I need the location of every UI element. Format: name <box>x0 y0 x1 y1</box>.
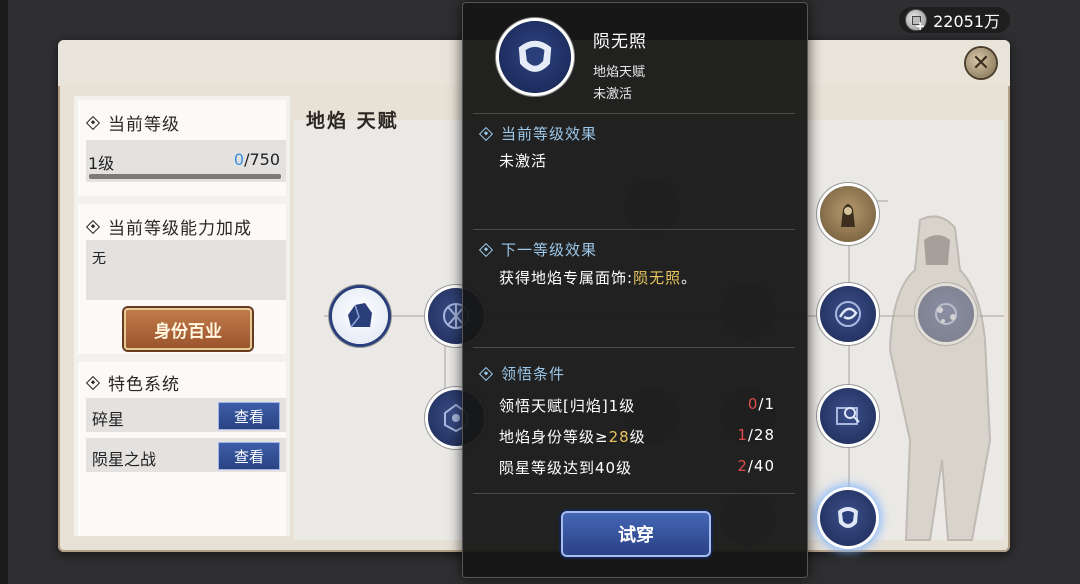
condition-row: 领悟天赋[归焰]1级 0/1 <box>499 395 793 416</box>
tree-line <box>848 200 850 540</box>
condition-label: 领悟天赋[归焰]1级 <box>499 397 636 415</box>
divider <box>473 493 795 494</box>
next-effect-title-text: 下一等级效果 <box>501 241 598 259</box>
next-effect-prefix: 获得地焰专属面饰: <box>499 269 634 287</box>
condition-label: 陨星等级达到40级 <box>499 459 633 477</box>
condition-max: /28 <box>747 426 775 444</box>
conditions-title: 领悟条件 <box>478 363 566 384</box>
condition-progress: 0/1 <box>748 395 775 413</box>
next-effect-highlight: 陨无照 <box>633 269 682 287</box>
current-level: 1级 <box>88 154 115 173</box>
level-progress-bar <box>89 174 281 179</box>
condition-label-suffix: 级 <box>629 428 646 446</box>
talent-status: 未激活 <box>593 87 633 102</box>
condition-row: 地焰身份等级≥28级 1/28 <box>499 426 793 447</box>
identity-baiye-button[interactable]: 身份百业 <box>124 308 252 350</box>
condition-progress: 2/40 <box>737 457 775 475</box>
divider <box>473 347 795 348</box>
divider <box>473 113 795 114</box>
condition-current: 1 <box>737 426 748 444</box>
systems-card: 特色系统 碎星 查看 陨星之战 查看 <box>78 362 286 536</box>
talent-name: 陨无照 <box>593 32 647 52</box>
level-card: 当前等级 1级 0/750 <box>78 100 286 196</box>
bonus-card-title-text: 当前等级能力加成 <box>108 219 252 239</box>
level-card-title-text: 当前等级 <box>108 115 180 135</box>
talent-icon-large <box>499 21 571 93</box>
level-box: 1级 0/750 <box>86 140 286 182</box>
level-card-title: 当前等级 <box>85 110 180 135</box>
systems-title-text: 特色系统 <box>108 375 180 395</box>
talent-detail-popup: 陨无照 地焰天赋 未激活 当前等级效果 未激活 下一等级效果 获得地焰专属面饰:… <box>462 2 808 578</box>
bonus-value: 无 <box>92 251 106 267</box>
diamond-bullet-icon <box>85 219 101 234</box>
left-edge <box>0 0 8 584</box>
condition-current: 2 <box>737 457 748 475</box>
talent-type: 地焰天赋 <box>593 65 646 80</box>
diamond-bullet-icon <box>478 242 494 257</box>
bonus-card: 当前等级能力加成 无 身份百业 <box>78 204 286 354</box>
mask-icon <box>518 40 552 72</box>
current-effect-title: 当前等级效果 <box>478 123 598 144</box>
condition-row: 陨星等级达到40级 2/40 <box>499 457 793 478</box>
level-progress: 0/750 <box>234 150 280 169</box>
current-effect-text: 未激活 <box>499 152 548 170</box>
add-currency-icon[interactable]: + <box>915 19 925 33</box>
talent-node-rock[interactable] <box>332 288 388 344</box>
divider <box>473 229 795 230</box>
level-progress-max: /750 <box>244 150 280 169</box>
system-label: 陨星之战 <box>92 450 157 469</box>
bonus-card-title: 当前等级能力加成 <box>85 214 252 239</box>
bonus-box: 无 <box>86 240 286 300</box>
condition-highlight: 28 <box>608 428 630 446</box>
systems-title: 特色系统 <box>85 370 180 395</box>
diamond-bullet-icon <box>478 366 494 381</box>
view-yunxing-button[interactable]: 查看 <box>218 442 280 470</box>
view-suixing-button[interactable]: 查看 <box>218 402 280 430</box>
condition-current: 0 <box>747 395 759 413</box>
sidebar: 当前等级 1级 0/750 当前等级能力加成 无 身份百业 特色系统 碎星 查看… <box>74 96 290 536</box>
close-icon: ✕ <box>971 50 991 76</box>
diamond-bullet-icon <box>478 126 494 141</box>
condition-max: /40 <box>747 457 775 475</box>
page-title: 地焰 天赋 <box>306 110 399 132</box>
diamond-bullet-icon <box>85 115 101 130</box>
next-effect-title: 下一等级效果 <box>478 239 598 260</box>
diamond-bullet-icon <box>85 375 101 390</box>
condition-label: 地焰身份等级≥ <box>499 428 609 446</box>
currency-amount: 22051万 <box>933 12 1000 31</box>
character-figure-illustration <box>888 215 992 541</box>
system-label: 碎星 <box>92 410 125 429</box>
conditions-title-text: 领悟条件 <box>501 365 566 383</box>
currency-display[interactable]: + 22051万 <box>899 7 1010 33</box>
condition-progress: 1/28 <box>737 426 775 444</box>
next-effect-text: 获得地焰专属面饰:陨无照。 <box>499 267 697 288</box>
condition-max: /1 <box>758 395 775 413</box>
system-row-yunxing: 陨星之战 查看 <box>86 438 286 472</box>
close-button[interactable]: ✕ <box>966 48 996 78</box>
rock-icon <box>348 303 372 328</box>
next-effect-suffix: 。 <box>681 269 698 287</box>
current-effect-title-text: 当前等级效果 <box>501 125 598 143</box>
system-row-suixing: 碎星 查看 <box>86 398 286 432</box>
try-on-button[interactable]: 试穿 <box>561 511 711 557</box>
level-progress-current: 0 <box>233 150 245 169</box>
